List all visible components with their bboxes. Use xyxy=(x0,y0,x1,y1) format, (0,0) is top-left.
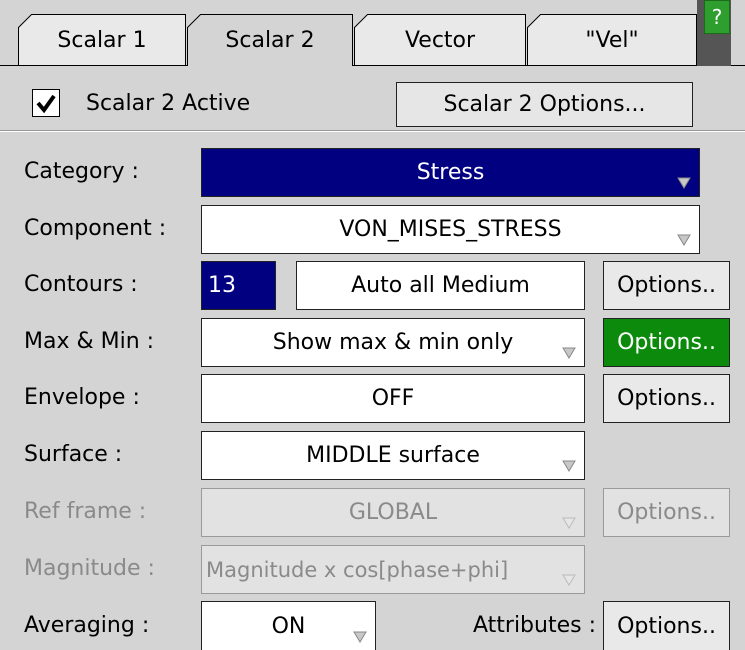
category-value: Stress xyxy=(416,160,485,185)
ref-frame-value: GLOBAL xyxy=(348,500,438,525)
magnitude-value: Magnitude x cos[phase+phi] xyxy=(206,557,509,582)
tab-label: Scalar 2 xyxy=(225,28,315,53)
surface-value: MIDDLE surface xyxy=(306,443,480,468)
component-value: VON_MISES_STRESS xyxy=(339,217,562,242)
tab-corner-icon xyxy=(527,14,541,28)
maxmin-label: Max & Min : xyxy=(24,329,155,354)
attributes-label: Attributes : xyxy=(472,613,596,638)
dropdown-arrow-icon xyxy=(677,177,691,189)
dropdown-arrow-icon xyxy=(562,460,576,472)
magnitude-label: Magnitude : xyxy=(24,556,155,581)
check-icon xyxy=(36,94,56,114)
averaging-label: Averaging : xyxy=(24,613,150,638)
help-icon: ? xyxy=(711,5,723,29)
envelope-button[interactable]: OFF xyxy=(201,374,585,423)
category-dropdown[interactable]: Stress xyxy=(201,148,700,197)
averaging-dropdown[interactable]: ON xyxy=(201,601,376,650)
component-label: Component : xyxy=(24,216,167,241)
scalar-active-checkbox[interactable] xyxy=(32,89,60,117)
scalar-options-button[interactable]: Scalar 2 Options... xyxy=(396,82,693,127)
category-label: Category : xyxy=(24,159,139,184)
envelope-label: Envelope : xyxy=(24,385,140,410)
surface-label: Surface : xyxy=(24,442,123,467)
ref-frame-dropdown: GLOBAL xyxy=(201,488,585,537)
contours-label: Contours : xyxy=(24,272,138,297)
dropdown-arrow-icon xyxy=(562,517,576,529)
ref-frame-options-button: Options.. xyxy=(603,488,730,537)
contours-mode-button[interactable]: Auto all Medium xyxy=(296,261,585,310)
dropdown-arrow-icon xyxy=(677,234,691,246)
contours-options-button[interactable]: Options.. xyxy=(603,261,730,310)
tab-label: Scalar 1 xyxy=(57,28,147,53)
scalar-options-label: Scalar 2 Options... xyxy=(443,92,646,117)
maxmin-options-button[interactable]: Options.. xyxy=(603,318,730,367)
magnitude-dropdown: Magnitude x cos[phase+phi] xyxy=(201,545,585,594)
options-label: Options.. xyxy=(617,386,716,411)
ref-frame-label: Ref frame : xyxy=(24,499,147,524)
options-label: Options.. xyxy=(617,613,716,639)
tab-vector[interactable]: Vector xyxy=(354,14,526,66)
tab-corner-icon xyxy=(18,14,32,28)
dropdown-arrow-icon xyxy=(353,631,367,643)
dropdown-arrow-icon xyxy=(562,574,576,586)
component-dropdown[interactable]: VON_MISES_STRESS xyxy=(201,205,700,254)
averaging-value: ON xyxy=(271,613,306,639)
section-divider xyxy=(0,130,745,132)
scalar-active-label: Scalar 2 Active xyxy=(86,91,251,116)
tab-label: Vector xyxy=(404,28,476,53)
dropdown-arrow-icon xyxy=(562,347,576,359)
tab-vel[interactable]: "Vel" xyxy=(527,14,697,66)
tab-label: "Vel" xyxy=(585,28,639,53)
tab-corner-icon xyxy=(187,14,201,28)
tab-scalar-1[interactable]: Scalar 1 xyxy=(18,14,186,66)
help-button[interactable]: ? xyxy=(704,0,730,34)
envelope-value: OFF xyxy=(371,386,415,411)
active-tab-gap xyxy=(188,64,352,67)
tab-scalar-2[interactable]: Scalar 2 xyxy=(187,14,353,66)
options-label: Options.. xyxy=(617,500,716,525)
options-label: Options.. xyxy=(617,273,716,298)
attributes-options-button[interactable]: Options.. xyxy=(603,601,730,650)
contours-count-input[interactable]: 13 xyxy=(201,261,276,310)
tab-baseline xyxy=(0,65,745,66)
envelope-options-button[interactable]: Options.. xyxy=(603,374,730,423)
surface-dropdown[interactable]: MIDDLE surface xyxy=(201,431,585,480)
maxmin-value: Show max & min only xyxy=(272,330,514,355)
options-label: Options.. xyxy=(617,330,716,355)
contours-mode-value: Auto all Medium xyxy=(351,273,530,298)
tab-corner-icon xyxy=(354,14,368,28)
maxmin-dropdown[interactable]: Show max & min only xyxy=(201,318,585,367)
tab-bar: Scalar 1 Scalar 2 Vector "Vel" xyxy=(0,0,745,67)
